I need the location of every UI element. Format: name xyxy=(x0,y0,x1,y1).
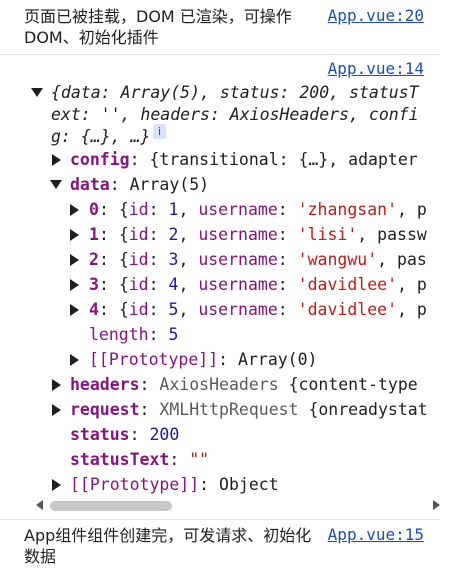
length-value: 5 xyxy=(168,325,179,344)
tree-row-data[interactable]: data: Array(5) xyxy=(0,172,432,197)
source-link-app-vue-14[interactable]: App.vue:14 xyxy=(328,59,424,78)
tree-row-data-prototype[interactable]: [[Prototype]]: Array(0) xyxy=(0,347,432,372)
collapse-data-arrow[interactable] xyxy=(49,172,63,197)
tree-row-headers[interactable]: headers: AxiosHeaders {content-type xyxy=(0,372,432,397)
chevron-right-icon xyxy=(69,253,79,266)
array-item-row[interactable]: 4: {id: 5, username: 'davidlee', p xyxy=(0,297,432,322)
chevron-right-icon xyxy=(51,478,61,491)
expand-prototype-arrow[interactable] xyxy=(67,347,81,372)
chevron-right-icon xyxy=(51,403,61,416)
object-preview-text-3: g: {…}, …} xyxy=(51,127,151,146)
array-item-row[interactable]: 2: {id: 3, username: 'wangwu', pas xyxy=(0,247,432,272)
length-key: length xyxy=(89,325,149,344)
chevron-right-icon xyxy=(51,153,61,166)
tree-row-prototype[interactable]: [[Prototype]]: Object xyxy=(0,472,432,497)
expand-item-arrow[interactable] xyxy=(67,197,81,222)
array-item-row[interactable]: 3: {id: 4, username: 'davidlee', p xyxy=(0,272,432,297)
chevron-right-icon xyxy=(69,353,79,366)
chevron-right-icon xyxy=(69,203,79,216)
expand-item-arrow[interactable] xyxy=(67,297,81,322)
tree-row-request[interactable]: request: XMLHttpRequest {onreadystat xyxy=(0,397,432,422)
source-link-app-vue-20[interactable]: App.vue:20 xyxy=(328,6,424,25)
chevron-right-icon xyxy=(51,378,61,391)
chevron-down-icon xyxy=(50,180,62,189)
expand-item-arrow[interactable] xyxy=(67,272,81,297)
expand-object-prototype-arrow[interactable] xyxy=(49,472,63,497)
expand-headers-arrow[interactable] xyxy=(49,372,63,397)
scroll-right-icon[interactable] xyxy=(433,500,440,510)
chevron-down-icon xyxy=(31,88,43,97)
scrollbar-thumb[interactable] xyxy=(50,501,172,511)
chevron-right-icon xyxy=(69,278,79,291)
expand-config-arrow[interactable] xyxy=(49,147,63,172)
tree-row-length: length: 5 xyxy=(89,325,179,344)
tree-row-status-text: statusText: "" xyxy=(70,450,210,469)
expand-item-arrow[interactable] xyxy=(67,247,81,272)
chevron-right-icon xyxy=(69,228,79,241)
data-value: Array(5) xyxy=(129,175,210,194)
message-divider xyxy=(0,519,440,520)
object-preview-line-3: g: {…}, …} i xyxy=(0,124,432,149)
tree-row-status: status: 200 xyxy=(70,425,180,444)
config-key: config xyxy=(70,150,130,169)
mounted-message-text: 页面已被挂载，DOM 已渲染，可操作 DOM、初始化插件 xyxy=(24,7,292,47)
expand-item-arrow[interactable] xyxy=(67,222,81,247)
array-item-row[interactable]: 1: {id: 2, username: 'lisi', passw xyxy=(0,222,432,247)
source-link-app-vue-15[interactable]: App.vue:15 xyxy=(328,525,424,544)
config-value: {transitional: {…}, adapter xyxy=(149,150,418,169)
message-divider xyxy=(0,54,440,55)
data-key: data xyxy=(70,175,110,194)
horizontal-scrollbar[interactable] xyxy=(36,499,440,514)
array-item-row[interactable]: 0: {id: 1, username: 'zhangsan', p xyxy=(0,197,432,222)
chevron-right-icon xyxy=(69,303,79,316)
scroll-left-icon[interactable] xyxy=(36,500,43,510)
expand-request-arrow[interactable] xyxy=(49,397,63,422)
info-icon[interactable]: i xyxy=(153,124,166,139)
tree-row-config[interactable]: config: {transitional: {…}, adapter xyxy=(0,147,432,172)
created-message-text: App组件组件创建完，可发请求、初始化数据 xyxy=(24,526,312,566)
